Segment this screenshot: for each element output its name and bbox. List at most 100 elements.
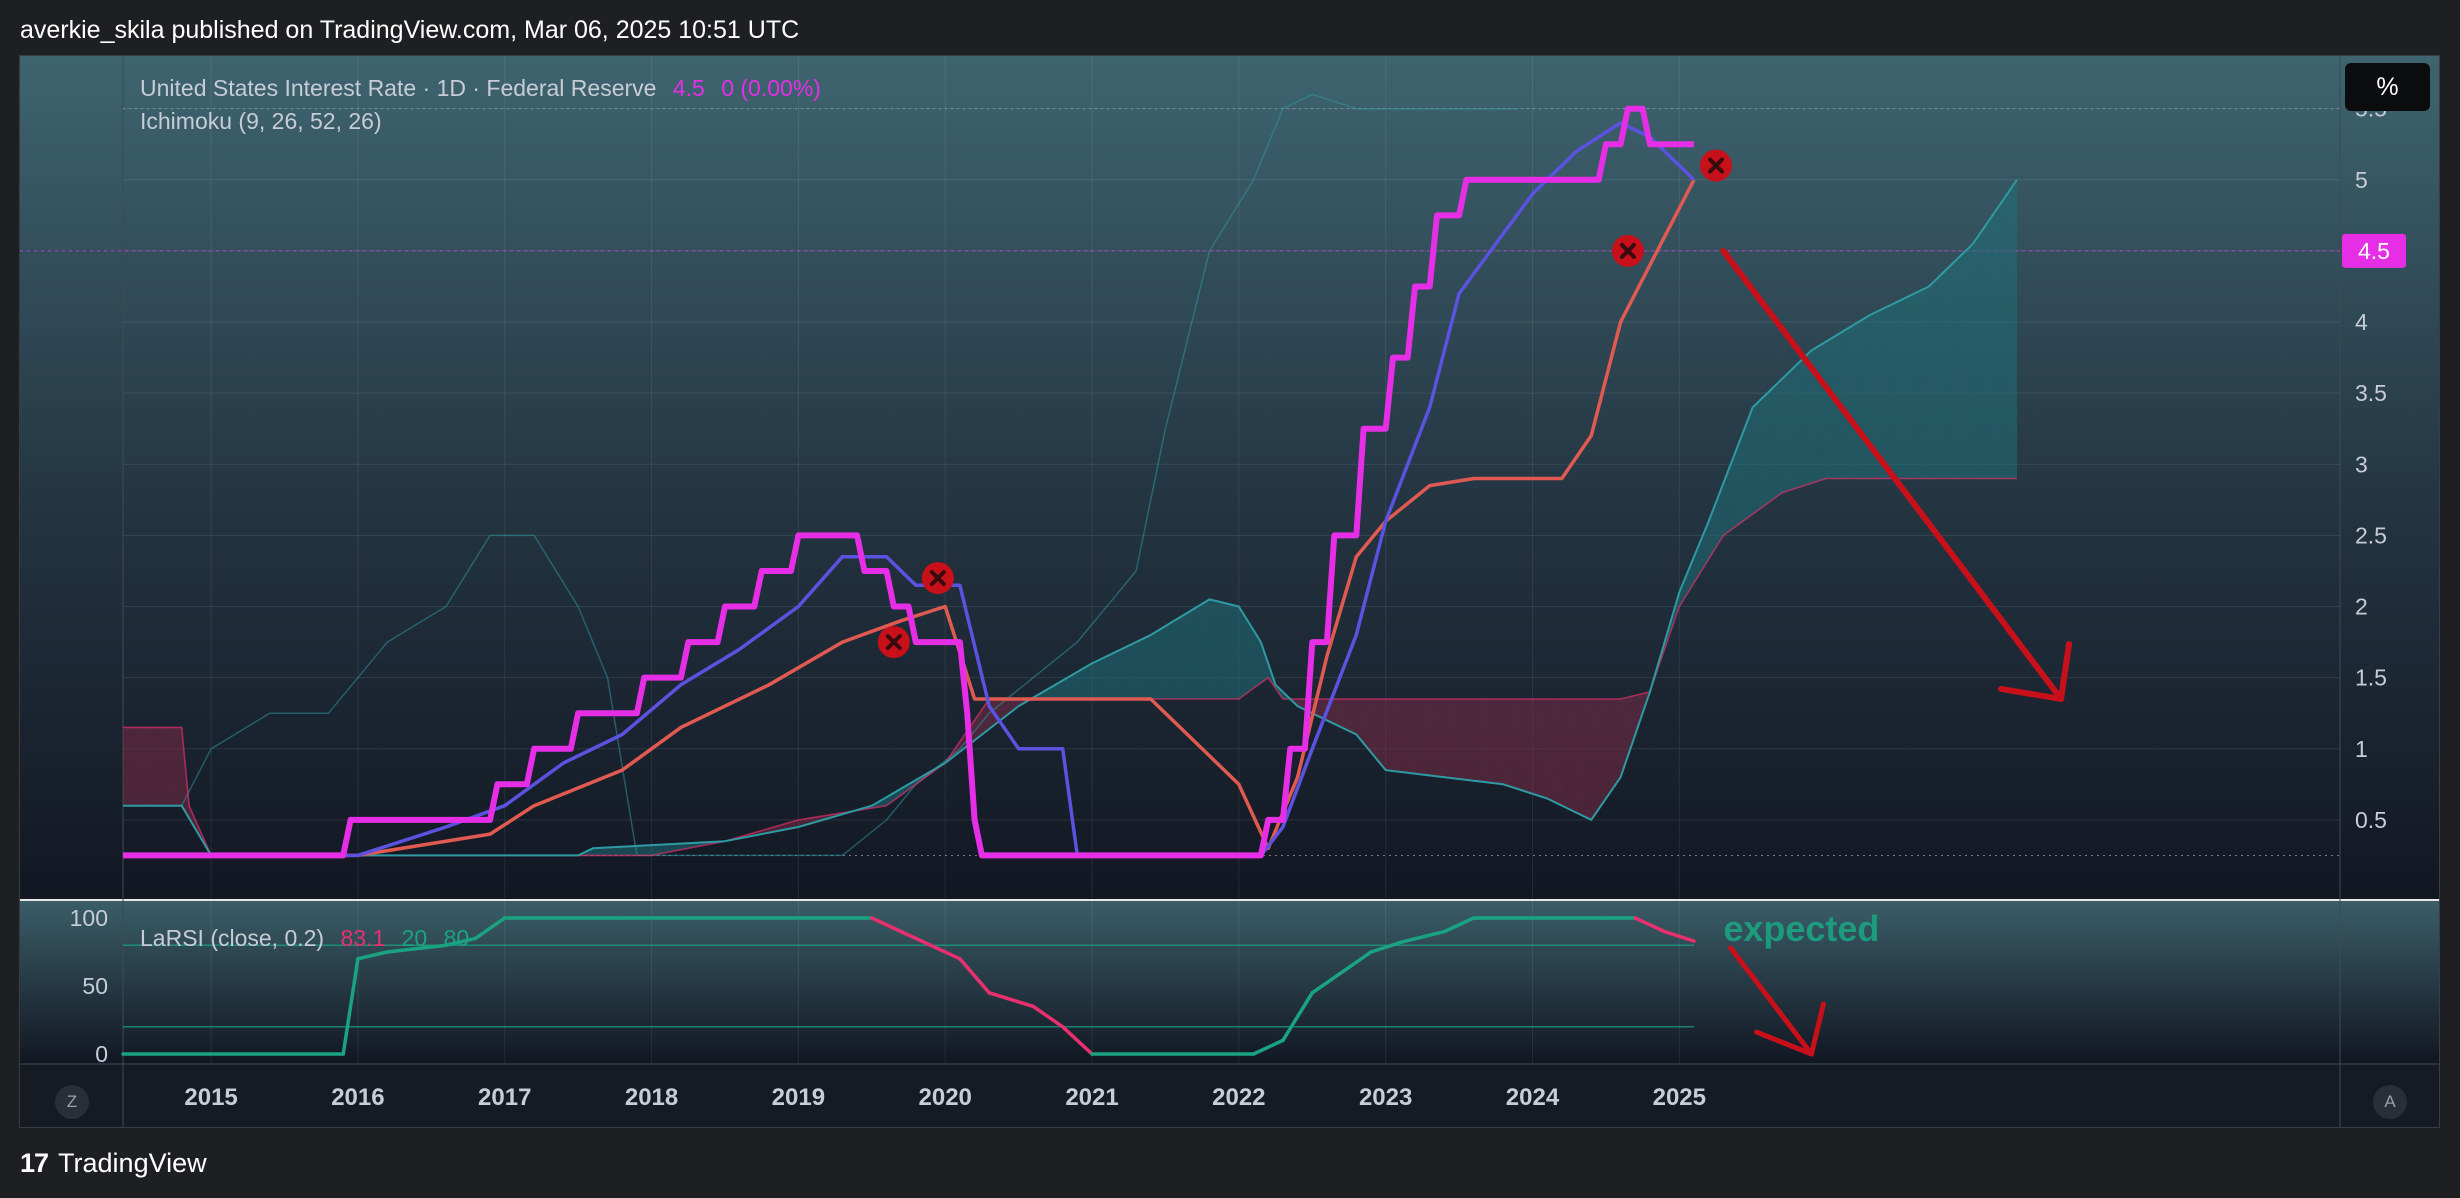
ichimoku-cloud-slice <box>613 847 617 856</box>
ichimoku-cloud-slice <box>1946 266 1950 479</box>
ichimoku-cloud-slice <box>2011 184 2015 479</box>
ichimoku-cloud-slice <box>143 727 147 806</box>
ichimoku-cloud-slice <box>178 727 182 806</box>
ichimoku-cloud-slice <box>631 846 634 856</box>
ichimoku-cloud-slice <box>1194 606 1198 699</box>
ichimoku-cloud-slice <box>1453 698 1457 779</box>
ichimoku-cloud-slice <box>604 847 608 856</box>
ichimoku-cloud-slice <box>1109 653 1113 699</box>
ichimoku-cloud-slice <box>1573 698 1577 813</box>
percent-scale-button[interactable]: % <box>2345 63 2430 111</box>
ichimoku-cloud-slice <box>1447 698 1451 778</box>
legend-larsi-value: 83.1 <box>340 925 386 951</box>
ichimoku-cloud-slice <box>1749 407 1753 517</box>
legend-larsi-low: 20 <box>401 925 428 951</box>
ichimoku-cloud-slice <box>1397 698 1401 772</box>
ichimoku-cloud-slice <box>1770 387 1774 502</box>
ichimoku-cloud-slice <box>1218 601 1222 699</box>
x-tick-label: 2024 <box>1506 1084 1560 1111</box>
ichimoku-cloud-slice <box>1846 327 1850 479</box>
ichimoku-cloud-slice <box>1180 615 1184 699</box>
ichimoku-cloud-slice <box>1150 633 1154 699</box>
ichimoku-cloud-slice <box>601 847 605 856</box>
ichimoku-cloud-slice <box>1611 698 1615 791</box>
ichimoku-cloud-slice <box>610 847 614 856</box>
ichimoku-cloud-slice <box>1908 295 1912 479</box>
ichimoku-cloud-slice <box>1852 323 1856 479</box>
ichimoku-cloud-slice <box>1617 698 1621 782</box>
ichimoku-cloud-slice <box>1600 698 1603 808</box>
ichimoku-cloud-slice <box>1585 698 1589 819</box>
ichimoku-cloud-slice <box>1911 293 1915 479</box>
ichimoku-cloud-slice <box>1975 235 1979 479</box>
ichimoku-cloud-slice <box>1761 396 1765 508</box>
ichimoku-cloud-slice <box>1884 306 1888 479</box>
ichimoku-cloud-slice <box>1183 613 1186 699</box>
ichimoku-cloud-slice <box>1124 646 1128 699</box>
ichimoku-cloud-slice <box>1817 345 1821 482</box>
ichimoku-cloud-slice <box>1949 263 1953 479</box>
ichimoku-cloud-slice <box>1080 668 1084 699</box>
ichimoku-cloud-slice <box>1820 343 1824 481</box>
ichimoku-cloud-slice <box>1782 376 1786 493</box>
ichimoku-cloud-slice <box>1118 649 1122 699</box>
y-tick-label: 3 <box>2355 451 2368 477</box>
ichimoku-cloud-slice <box>1970 243 1973 479</box>
ichimoku-cloud-slice <box>1503 698 1507 786</box>
ichimoku-cloud-slice <box>123 727 126 806</box>
ichimoku-cloud-slice <box>1350 698 1354 734</box>
ichimoku-cloud-slice <box>2014 179 2017 479</box>
ichimoku-cloud-slice <box>1972 239 1976 479</box>
ichimoku-cloud-slice <box>1376 698 1380 763</box>
chart-svg[interactable]: 0.511.522.533.544.555.520152016201720182… <box>20 56 2440 1128</box>
ichimoku-cloud-slice <box>1558 698 1562 806</box>
y-tick-label: 1.5 <box>2355 665 2387 691</box>
ichimoku-cloud-slice <box>1849 325 1853 479</box>
larsi-y-tick-label: 0 <box>95 1041 108 1067</box>
legend-larsi-row: LaRSI (close, 0.2) 83.1 20 80 <box>140 925 469 952</box>
ichimoku-cloud-slice <box>1523 698 1527 792</box>
ichimoku-cloud-slice <box>1121 647 1125 699</box>
ichimoku-cloud-slice <box>1902 297 1906 479</box>
ichimoku-cloud-slice <box>1224 602 1228 699</box>
ichimoku-cloud-slice <box>1758 398 1762 510</box>
ichimoku-cloud-slice <box>1620 698 1624 778</box>
main-pane-background <box>20 56 2439 899</box>
auto-scale-button[interactable]: A <box>2373 1085 2407 1119</box>
ichimoku-cloud-slice <box>1467 698 1471 781</box>
ichimoku-cloud-slice <box>1999 201 2003 479</box>
tradingview-logo-icon: 17 <box>20 1148 49 1178</box>
ichimoku-cloud-slice <box>1773 384 1777 500</box>
y-tick-label: 3.5 <box>2355 380 2387 406</box>
ichimoku-cloud-slice <box>1500 698 1504 785</box>
ichimoku-cloud-slice <box>1823 341 1827 480</box>
ichimoku-cloud-slice <box>1365 698 1369 749</box>
ichimoku-cloud-slice <box>1077 670 1081 699</box>
ichimoku-cloud-slice <box>1250 625 1254 691</box>
ichimoku-cloud-slice <box>1497 698 1501 784</box>
ichimoku-cloud-slice <box>1526 698 1530 793</box>
ichimoku-cloud-slice <box>1896 300 1900 479</box>
legend-larsi-high: 80 <box>443 925 470 951</box>
ichimoku-cloud-slice <box>1385 698 1389 771</box>
ichimoku-cloud-slice <box>1074 671 1078 699</box>
ichimoku-cloud-slice <box>1602 698 1606 803</box>
y-tick-label: 0.5 <box>2355 807 2387 833</box>
ichimoku-cloud-slice <box>1086 665 1090 699</box>
ichimoku-cloud-slice <box>1787 370 1791 491</box>
ichimoku-cloud-slice <box>1206 599 1210 699</box>
ichimoku-cloud-slice <box>1174 618 1178 699</box>
ichimoku-cloud-slice <box>1967 246 1971 479</box>
ichimoku-cloud-slice <box>1470 698 1474 781</box>
ichimoku-cloud-slice <box>1464 698 1468 781</box>
ichimoku-cloud-slice <box>1238 606 1242 699</box>
y-tick-label: 2.5 <box>2355 522 2387 548</box>
zoom-reset-button[interactable]: Z <box>55 1085 89 1119</box>
ichimoku-cloud-slice <box>1450 698 1454 779</box>
ichimoku-cloud-slice <box>1529 698 1533 794</box>
ichimoku-cloud-slice <box>607 847 611 856</box>
ichimoku-cloud-slice <box>1805 353 1809 486</box>
ichimoku-cloud-slice <box>1100 657 1104 699</box>
ichimoku-cloud-slice <box>137 727 141 806</box>
ichimoku-cloud-slice <box>1139 639 1142 699</box>
